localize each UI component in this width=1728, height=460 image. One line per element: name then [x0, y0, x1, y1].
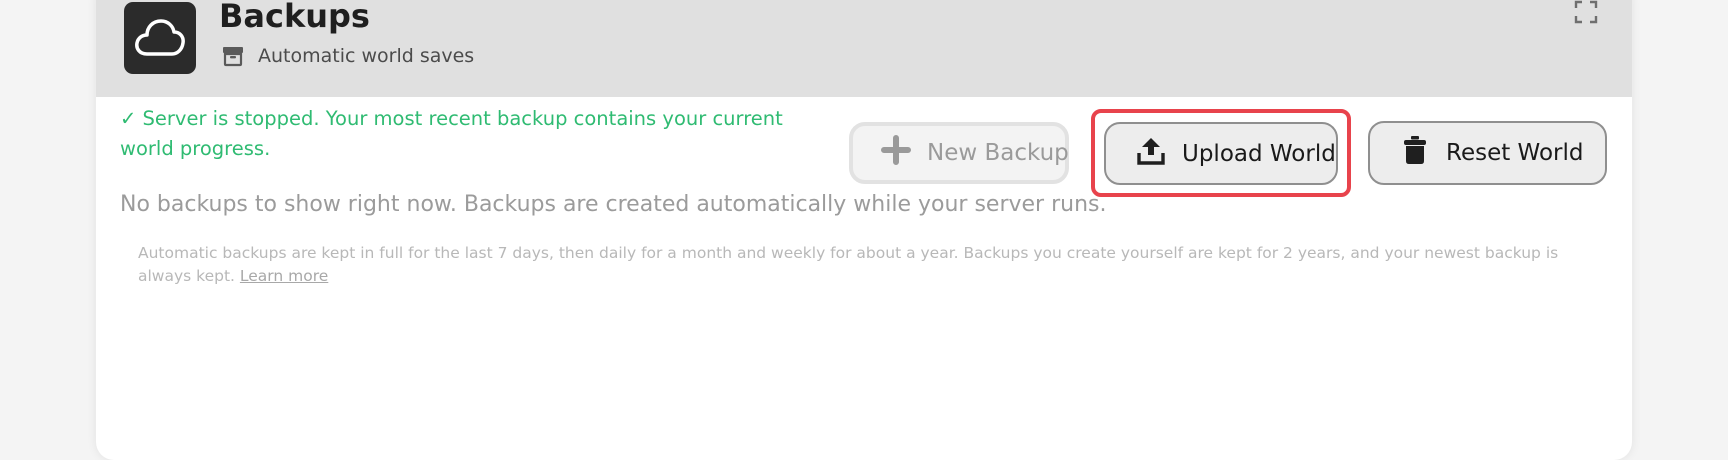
archive-icon — [222, 45, 244, 67]
retention-policy-text: Automatic backups are kept in full for t… — [138, 244, 1559, 285]
retention-policy-note: Automatic backups are kept in full for t… — [138, 242, 1598, 288]
backups-panel: Backups Automatic world saves ✓ Server i… — [96, 0, 1632, 460]
new-backup-button[interactable]: New Backup — [849, 122, 1069, 184]
upload-icon — [1136, 136, 1166, 172]
new-backup-label: New Backup — [927, 140, 1069, 166]
subtitle-row: Automatic world saves — [222, 44, 474, 68]
panel-header: Backups Automatic world saves — [96, 0, 1632, 97]
cloud-icon — [124, 2, 196, 74]
empty-state-message: No backups to show right now. Backups ar… — [120, 192, 1107, 217]
plus-icon — [881, 135, 911, 171]
page-subtitle: Automatic world saves — [258, 45, 475, 67]
reset-world-button[interactable]: Reset World — [1368, 121, 1607, 185]
server-status-message: ✓ Server is stopped. Your most recent ba… — [120, 107, 783, 160]
reset-world-label: Reset World — [1446, 140, 1584, 166]
learn-more-link[interactable]: Learn more — [240, 267, 328, 285]
fullscreen-icon[interactable] — [1574, 0, 1598, 24]
upload-world-button[interactable]: Upload World — [1104, 122, 1338, 185]
trash-icon — [1400, 135, 1430, 171]
page-title: Backups — [219, 0, 370, 35]
upload-world-label: Upload World — [1182, 140, 1336, 167]
